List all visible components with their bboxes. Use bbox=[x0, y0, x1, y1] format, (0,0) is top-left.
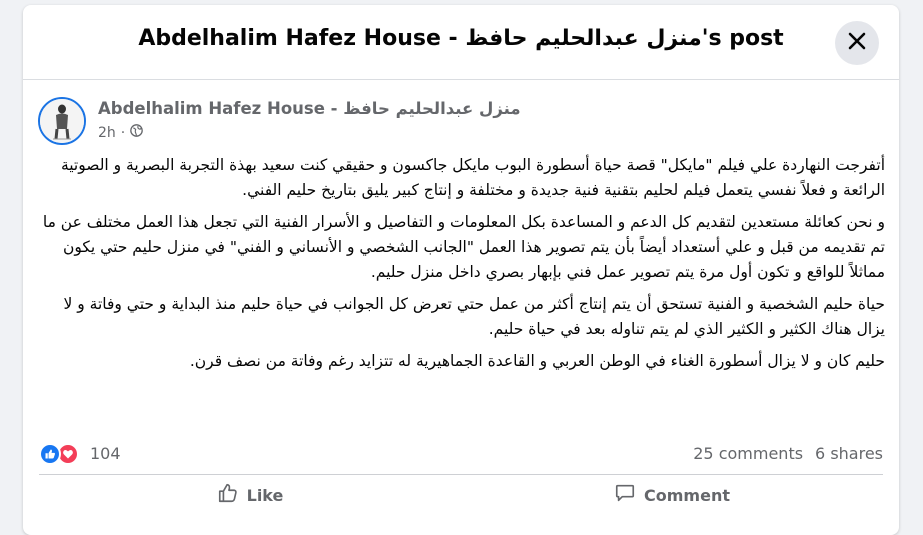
close-button[interactable] bbox=[835, 21, 879, 65]
post-text: أتفرجت النهاردة علي فيلم "مايكل" قصة حيا… bbox=[37, 153, 885, 381]
comment-label: Comment bbox=[644, 485, 730, 505]
post-time[interactable]: 2h bbox=[98, 125, 116, 141]
thumbs-up-icon bbox=[217, 482, 239, 508]
modal-header: Abdelhalim Hafez House - منزل عبدالحليم … bbox=[23, 5, 899, 80]
comments-count[interactable]: 25 comments bbox=[693, 444, 803, 463]
post-paragraph: أتفرجت النهاردة علي فيلم "مايكل" قصة حيا… bbox=[60, 156, 885, 199]
post-meta: 2h · bbox=[98, 124, 144, 141]
like-label: Like bbox=[246, 485, 284, 505]
like-button[interactable]: Like bbox=[39, 477, 461, 513]
reactions-row: 104 25 comments 6 shares bbox=[39, 441, 883, 467]
page-name[interactable]: Abdelhalim Hafez House - منزل عبدالحليم … bbox=[98, 99, 521, 118]
page-avatar[interactable] bbox=[38, 97, 86, 145]
engagement-stats: 25 comments 6 shares bbox=[681, 444, 883, 463]
close-icon bbox=[847, 31, 867, 55]
post-paragraph: حليم كان و لا يزال أسطورة الغناء في الوط… bbox=[189, 352, 885, 370]
meta-separator: · bbox=[120, 124, 126, 141]
modal-title: Abdelhalim Hafez House - منزل عبدالحليم … bbox=[138, 26, 784, 51]
shares-count[interactable]: 6 shares bbox=[815, 444, 883, 463]
globe-icon bbox=[130, 124, 144, 141]
reaction-icons[interactable] bbox=[39, 443, 81, 465]
comment-button[interactable]: Comment bbox=[461, 477, 883, 513]
divider bbox=[39, 474, 883, 475]
post-paragraph: و نحن كعائلة مستعدين لتقديم كل الدعم و ا… bbox=[42, 213, 885, 281]
like-reaction-icon bbox=[39, 443, 61, 465]
action-bar: Like Comment bbox=[39, 477, 883, 513]
reaction-count[interactable]: 104 bbox=[90, 444, 121, 463]
comment-icon bbox=[614, 482, 636, 508]
post-modal: Abdelhalim Hafez House - منزل عبدالحليم … bbox=[23, 5, 899, 535]
post-paragraph: حياة حليم الشخصية و الفنية تستحق أن يتم … bbox=[63, 295, 885, 338]
